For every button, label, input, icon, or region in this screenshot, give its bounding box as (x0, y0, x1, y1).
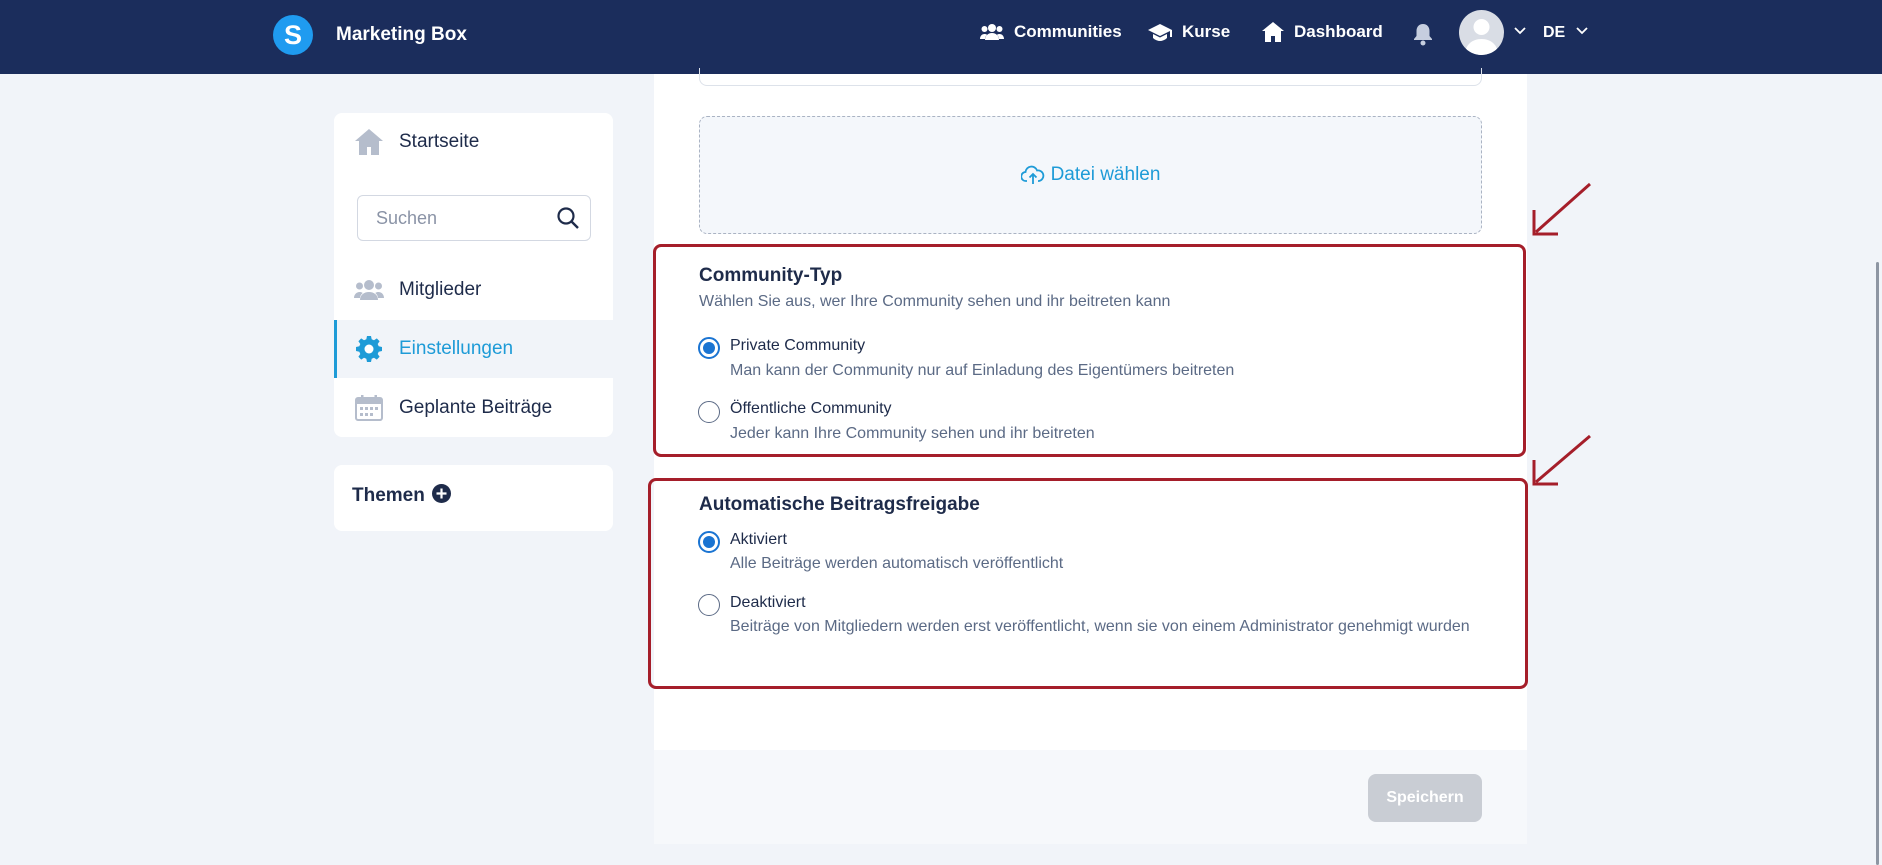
nav-courses-label: Kurse (1182, 22, 1231, 41)
search-field[interactable] (357, 195, 591, 241)
graduation-cap-icon (1148, 24, 1172, 41)
radio-deactivated[interactable] (698, 594, 720, 616)
sidebar-item-label: Einstellungen (399, 338, 514, 359)
sidebar-item-geplante-beitraege[interactable]: Geplante Beiträge (334, 379, 613, 437)
nav-dashboard[interactable]: Dashboard (1262, 22, 1383, 42)
option-private-desc: Man kann der Community nur auf Einladung… (730, 362, 1235, 379)
nav-communities[interactable]: Communities (980, 22, 1122, 42)
users-icon (354, 275, 384, 305)
app-logo[interactable]: S (273, 15, 313, 55)
sidebar-item-label: Startseite (399, 131, 480, 152)
calendar-icon (354, 393, 384, 423)
settings-panel: Datei wählen Speichern (654, 68, 1527, 844)
radio-public-community[interactable] (698, 401, 720, 423)
topics-card: Themen (334, 465, 613, 531)
brand-name[interactable]: Marketing Box (336, 24, 467, 46)
upload-label: Datei wählen (1050, 164, 1161, 185)
top-navigation-bar: S Marketing Box Communities Kurse Dashbo… (0, 0, 1882, 74)
home-icon (354, 127, 384, 157)
arrow-annotation-icon (1532, 182, 1591, 236)
radio-private-community[interactable] (698, 337, 720, 359)
avatar[interactable] (1459, 10, 1504, 55)
arrow-annotation-icon (1532, 434, 1591, 486)
page-scrollbar[interactable] (1876, 262, 1879, 865)
chevron-down-icon[interactable] (1576, 27, 1588, 35)
radio-activated[interactable] (698, 531, 720, 553)
option-activated-desc: Alle Beiträge werden automatisch veröffe… (730, 555, 1064, 572)
user-silhouette-icon (1465, 19, 1498, 55)
nav-communities-label: Communities (1014, 22, 1122, 41)
sidebar-item-einstellungen[interactable]: Einstellungen (334, 320, 613, 378)
cloud-upload-icon (1020, 165, 1044, 184)
add-topic-icon[interactable] (432, 484, 451, 503)
gear-icon (354, 334, 384, 364)
sidebar-item-label: Geplante Beiträge (399, 397, 553, 418)
home-icon (1262, 22, 1284, 42)
previous-field (699, 68, 1482, 86)
search-icon[interactable] (556, 206, 580, 230)
sidebar: Startseite Mitglieder Einstellungen Gepl… (334, 113, 613, 437)
file-upload-dropzone[interactable]: Datei wählen (699, 116, 1482, 234)
sidebar-item-startseite[interactable]: Startseite (334, 113, 613, 171)
topics-label: Themen (352, 485, 425, 506)
sidebar-item-label: Mitglieder (399, 279, 482, 300)
option-private-title: Private Community (730, 337, 866, 354)
save-button[interactable]: Speichern (1368, 774, 1482, 822)
language-selector[interactable]: DE (1543, 24, 1565, 42)
nav-dashboard-label: Dashboard (1294, 22, 1383, 41)
community-type-title: Community-Typ (699, 265, 843, 286)
bell-icon[interactable] (1412, 22, 1434, 46)
option-public-title: Öffentliche Community (730, 400, 892, 417)
option-activated-title: Aktiviert (730, 531, 787, 548)
search-input[interactable] (376, 208, 546, 229)
chevron-down-icon[interactable] (1514, 27, 1526, 35)
option-deactivated-title: Deaktiviert (730, 594, 806, 611)
option-deactivated-desc: Beiträge von Mitgliedern werden erst ver… (730, 618, 1470, 635)
community-type-subtitle: Wählen Sie aus, wer Ihre Community sehen… (699, 293, 1171, 310)
sidebar-item-mitglieder[interactable]: Mitglieder (334, 261, 613, 319)
option-public-desc: Jeder kann Ihre Community sehen und ihr … (730, 425, 1095, 442)
users-icon (980, 24, 1004, 40)
auto-approval-title: Automatische Beitragsfreigabe (699, 494, 980, 515)
nav-courses[interactable]: Kurse (1148, 22, 1230, 42)
